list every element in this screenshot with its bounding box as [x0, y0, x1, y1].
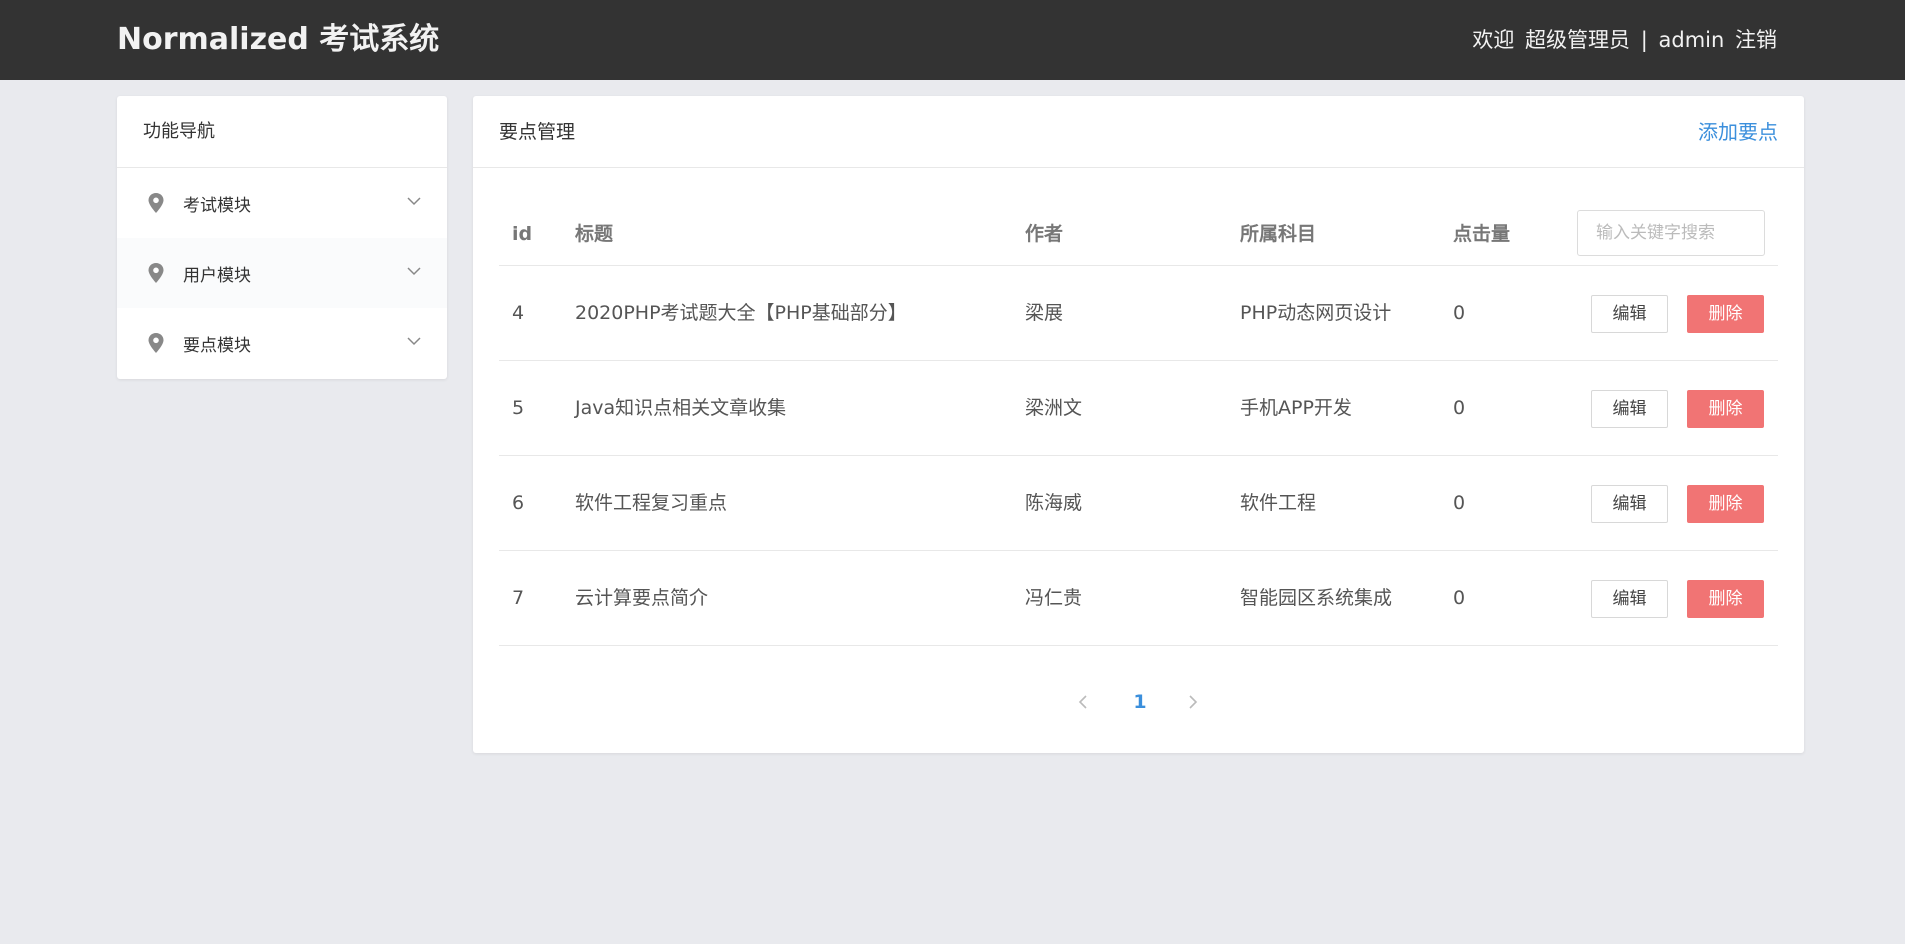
add-point-link[interactable]: 添加要点 [1698, 96, 1778, 168]
username: admin [1658, 28, 1725, 52]
table-row: 7 云计算要点简介 冯仁贵 智能园区系统集成 0 编辑 删除 [499, 551, 1778, 646]
cell-author: 梁展 [1025, 302, 1064, 324]
cell-subject: PHP动态网页设计 [1240, 302, 1392, 324]
delete-button[interactable]: 删除 [1687, 580, 1764, 618]
sidebar-item-points[interactable]: 要点模块 [117, 308, 447, 378]
table-header: id 标题 作者 所属科目 点击量 [499, 202, 1778, 266]
cell-title: 2020PHP考试题大全【PHP基础部分】 [575, 302, 907, 324]
column-header-title: 标题 [575, 223, 614, 245]
column-header-id: id [512, 223, 533, 245]
user-bar: 欢迎 超级管理员 | admin 注销 [1468, 24, 1777, 56]
location-pin-icon [148, 193, 164, 213]
delete-button[interactable]: 删除 [1687, 295, 1764, 333]
edit-button[interactable]: 编辑 [1591, 390, 1668, 428]
logout-link[interactable]: 注销 [1735, 28, 1777, 52]
sidebar-item-label: 要点模块 [183, 335, 251, 356]
cell-subject: 智能园区系统集成 [1240, 587, 1393, 609]
points-table: id 标题 作者 所属科目 点击量 4 2020PHP考试题大全【PHP基础部分… [499, 202, 1778, 646]
table-row: 5 Java知识点相关文章收集 梁洲文 手机APP开发 0 编辑 删除 [499, 361, 1778, 456]
separator: | [1640, 28, 1648, 52]
chevron-left-icon[interactable] [1077, 694, 1089, 710]
cell-clicks: 0 [1453, 587, 1466, 609]
edit-button[interactable]: 编辑 [1591, 580, 1668, 618]
sidebar-title: 功能导航 [117, 96, 447, 168]
column-header-author: 作者 [1025, 223, 1064, 245]
cell-title: 软件工程复习重点 [575, 492, 728, 514]
sidebar-item-label: 考试模块 [183, 195, 251, 216]
cell-title: Java知识点相关文章收集 [575, 397, 787, 419]
welcome-text: 欢迎 [1472, 28, 1515, 52]
user-role: 超级管理员 [1525, 28, 1631, 52]
delete-button[interactable]: 删除 [1687, 390, 1764, 428]
column-header-subject: 所属科目 [1240, 223, 1317, 245]
search-input[interactable] [1577, 210, 1765, 256]
cell-id: 7 [512, 587, 525, 609]
chevron-down-icon [407, 197, 421, 206]
table-row: 4 2020PHP考试题大全【PHP基础部分】 梁展 PHP动态网页设计 0 编… [499, 266, 1778, 361]
cell-author: 陈海威 [1025, 492, 1083, 514]
cell-id: 4 [512, 302, 525, 324]
pagination: 1 [473, 682, 1804, 722]
cell-author: 冯仁贵 [1025, 587, 1083, 609]
page-title: 要点管理 [499, 121, 576, 143]
cell-clicks: 0 [1453, 397, 1466, 419]
column-header-clicks: 点击量 [1453, 223, 1511, 245]
cell-subject: 软件工程 [1240, 492, 1317, 514]
cell-author: 梁洲文 [1025, 397, 1083, 419]
edit-button[interactable]: 编辑 [1591, 485, 1668, 523]
edit-button[interactable]: 编辑 [1591, 295, 1668, 333]
cell-title: 云计算要点简介 [575, 587, 709, 609]
sidebar-item-users[interactable]: 用户模块 [117, 238, 447, 308]
cell-subject: 手机APP开发 [1240, 397, 1352, 419]
cell-clicks: 0 [1453, 492, 1466, 514]
app-title: Normalized 考试系统 [117, 22, 440, 57]
sidebar-item-exam[interactable]: 考试模块 [117, 168, 447, 238]
main-panel: 要点管理 添加要点 id 标题 作者 所属科目 点击量 4 2020PHP考试题… [473, 96, 1804, 753]
cell-clicks: 0 [1453, 302, 1466, 324]
cell-id: 5 [512, 397, 525, 419]
chevron-down-icon [407, 337, 421, 346]
panel-header: 要点管理 添加要点 [473, 96, 1804, 168]
sidebar: 功能导航 考试模块 用户模块 要点模块 [117, 96, 447, 379]
delete-button[interactable]: 删除 [1687, 485, 1764, 523]
chevron-right-icon[interactable] [1187, 694, 1199, 710]
top-bar: Normalized 考试系统 欢迎 超级管理员 | admin 注销 [0, 0, 1905, 80]
location-pin-icon [148, 333, 164, 353]
table-row: 6 软件工程复习重点 陈海威 软件工程 0 编辑 删除 [499, 456, 1778, 551]
page-number[interactable]: 1 [1125, 682, 1155, 722]
chevron-down-icon [407, 267, 421, 276]
location-pin-icon [148, 263, 164, 283]
cell-id: 6 [512, 492, 525, 514]
sidebar-item-label: 用户模块 [183, 265, 251, 286]
